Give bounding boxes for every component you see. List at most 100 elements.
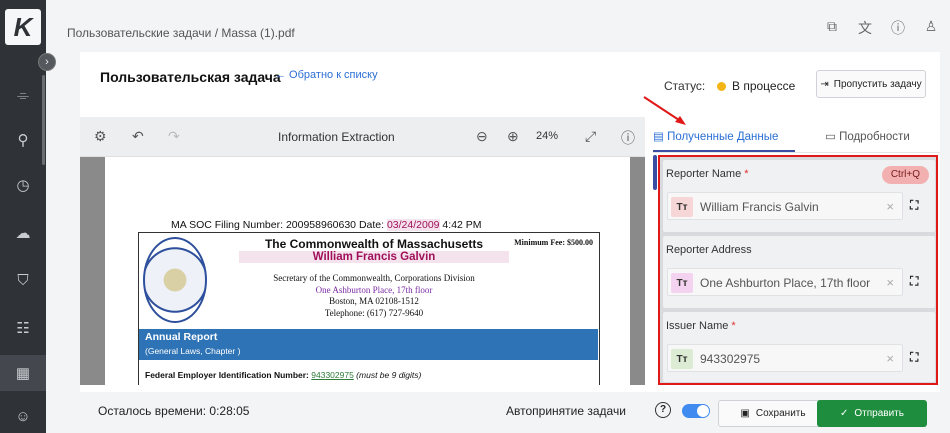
breadcrumb[interactable]: Пользовательские задачи / Massa (1).pdf [67,26,295,40]
comment-icon: ▭ [825,131,840,143]
fit-screen-icon[interactable]: ⤢ [585,128,596,145]
clear-icon[interactable]: × [886,351,894,366]
issuer-name-input[interactable]: Tт 943302975 × [667,344,903,372]
viewer-help-icon[interactable]: ⓘ [621,128,635,148]
tab-extracted-data-label: Полученные Данные [667,131,779,143]
reporter-name-input[interactable]: Tт William Francis Galvin × [667,192,903,220]
clock-icon[interactable]: ◷ [0,167,46,203]
redo-icon[interactable]: ↷ [168,128,180,145]
grid-icon[interactable]: ▦ [0,355,46,391]
annotation-arrow [643,96,686,125]
collapse-sidebar-button[interactable]: › [38,53,56,71]
text-type-icon: Tт [671,273,693,293]
reporter-address-input[interactable]: Tт One Ashburton Place, 17th floor × [667,268,903,296]
expand-icon[interactable]: ⛶ [910,274,918,289]
filing-date: 03/24/2009 [386,219,440,231]
annual-report-banner: Annual Report (General Laws, Chapter ) [139,329,598,360]
submit-label: Отправить [854,408,904,419]
save-button[interactable]: ▣ Сохранить [718,400,828,427]
auto-accept-help-icon[interactable]: ? [655,402,671,418]
back-to-list-link[interactable]: ← Обратно к списку [275,69,378,81]
phone-line: Telephone: (617) 727-9640 [324,308,424,318]
workflow-icon[interactable]: ⌯ [0,77,46,113]
city-line: Boston, MA 02108-1512 [329,296,419,306]
auto-accept-toggle[interactable] [682,404,710,418]
document-icon: ▤ [653,131,668,143]
data-tabs: ▤ Полученные Данные ▭ Подробности [653,117,940,153]
expand-icon[interactable]: ⛶ [910,198,918,213]
certificate: The Commonwealth of Massachusetts Willia… [138,232,600,385]
undo-icon[interactable]: ↶ [132,128,144,145]
save-label: Сохранить [755,408,806,419]
save-icon: ▣ [740,408,750,419]
field-value: One Ashburton Place, 17th floor [700,276,871,290]
hierarchy-icon[interactable]: ⚲ [0,122,46,158]
clear-icon[interactable]: × [886,275,894,290]
field-label-text: Issuer Name [666,320,729,332]
status-value: В процессе [732,79,796,93]
tasks-icon[interactable]: ☷ [0,310,46,346]
cloud-icon[interactable]: ☁ [0,215,46,251]
tab-details[interactable]: ▭ Подробности [825,129,910,143]
field-reporter-address: Reporter Address Tт One Ashburton Place,… [663,236,935,308]
address-line: One Ashburton Place, 17th floor [315,285,433,295]
ein-line: Federal Employer Identification Number: … [145,370,421,380]
document-viewer[interactable]: MA SOC Filing Number: 200958960630 Date:… [80,157,645,385]
field-value: 943302975 [700,352,761,366]
document-page: MA SOC Filing Number: 200958960630 Date:… [105,157,630,385]
chevron-right-icon: › [45,56,49,68]
required-mark: * [744,168,749,180]
viewer-toolbar: ⚙ ↶ ↷ Information Extraction ⊖ ⊕ 24% ⤢ ⓘ [80,117,645,157]
auto-accept-label: Автопринятие задачи [506,404,626,418]
text-type-icon: Tт [671,197,693,217]
zoom-in-icon[interactable]: ⊕ [507,128,519,145]
filing-line: MA SOC Filing Number: 200958960630 Date:… [171,219,482,231]
field-label-text: Reporter Name [666,168,742,180]
min-fee: Minimum Fee: $500.00 [514,238,593,247]
field-issuer-name: Issuer Name * Tт 943302975 × ⛶ [663,312,935,382]
settings-icon[interactable]: ⚙ [94,128,107,145]
field-reporter-name: Reporter Name * Ctrl+Q Tт William Franci… [663,160,935,232]
ein-note: (must be 9 digits) [353,370,422,380]
ein-value: 943302975 [311,370,354,380]
page-title: Пользовательская задача [100,69,281,85]
zoom-level: 24% [536,130,559,142]
zoom-out-icon[interactable]: ⊖ [476,128,488,145]
text-type-icon: Tт [671,349,693,369]
clear-icon[interactable]: × [886,199,894,214]
layout-icon[interactable]: ⧉ [823,18,841,38]
active-tab-indicator [653,150,795,152]
annual-title: Annual Report [145,331,218,343]
status-label: Статус: [664,79,706,93]
filing-prefix: MA SOC Filing Number: 200958960630 Date: [171,219,387,231]
skip-icon: ⇥ [820,78,829,90]
viewer-title: Information Extraction [278,130,395,144]
check-icon: ✓ [840,408,849,419]
app-logo[interactable]: K [5,9,41,45]
field-label: Issuer Name * [666,320,736,332]
time-remaining: Осталось времени: 0:28:05 [98,404,250,418]
skip-task-button[interactable]: ⇥ Пропустить задачу [816,70,926,98]
commonwealth-seal [143,237,207,323]
submit-button[interactable]: ✓ Отправить [817,400,927,427]
top-bar: Пользовательские задачи / Massa (1).pdf … [46,0,950,60]
fields-scroll-indicator[interactable] [653,155,657,190]
field-value: William Francis Galvin [700,200,819,214]
expand-icon[interactable]: ⛶ [910,350,918,365]
task-card: Пользовательская задача ← Обратно к спис… [80,52,940,392]
ein-label: Federal Employer Identification Number: [145,370,312,380]
shield-icon[interactable]: ⛉ [0,262,46,298]
user-icon[interactable]: ♙ [922,18,940,38]
field-label-text: Reporter Address [666,244,752,256]
bottom-bar: Осталось времени: 0:28:05 Автопринятие з… [46,392,950,433]
translate-icon[interactable]: 文 [856,18,874,38]
extracted-fields-panel: Reporter Name * Ctrl+Q Tт William Franci… [658,155,938,385]
hotkey-badge: Ctrl+Q [881,166,929,184]
field-label: Reporter Address [666,244,752,256]
status-dot [717,82,726,91]
field-label: Reporter Name * [666,168,749,180]
help-icon[interactable]: ⓘ [889,18,907,38]
tab-extracted-data[interactable]: ▤ Полученные Данные [653,129,778,143]
secretary-line: Secretary of the Commonwealth, Corporati… [273,273,475,283]
bot-icon[interactable]: ☺ [0,398,46,433]
